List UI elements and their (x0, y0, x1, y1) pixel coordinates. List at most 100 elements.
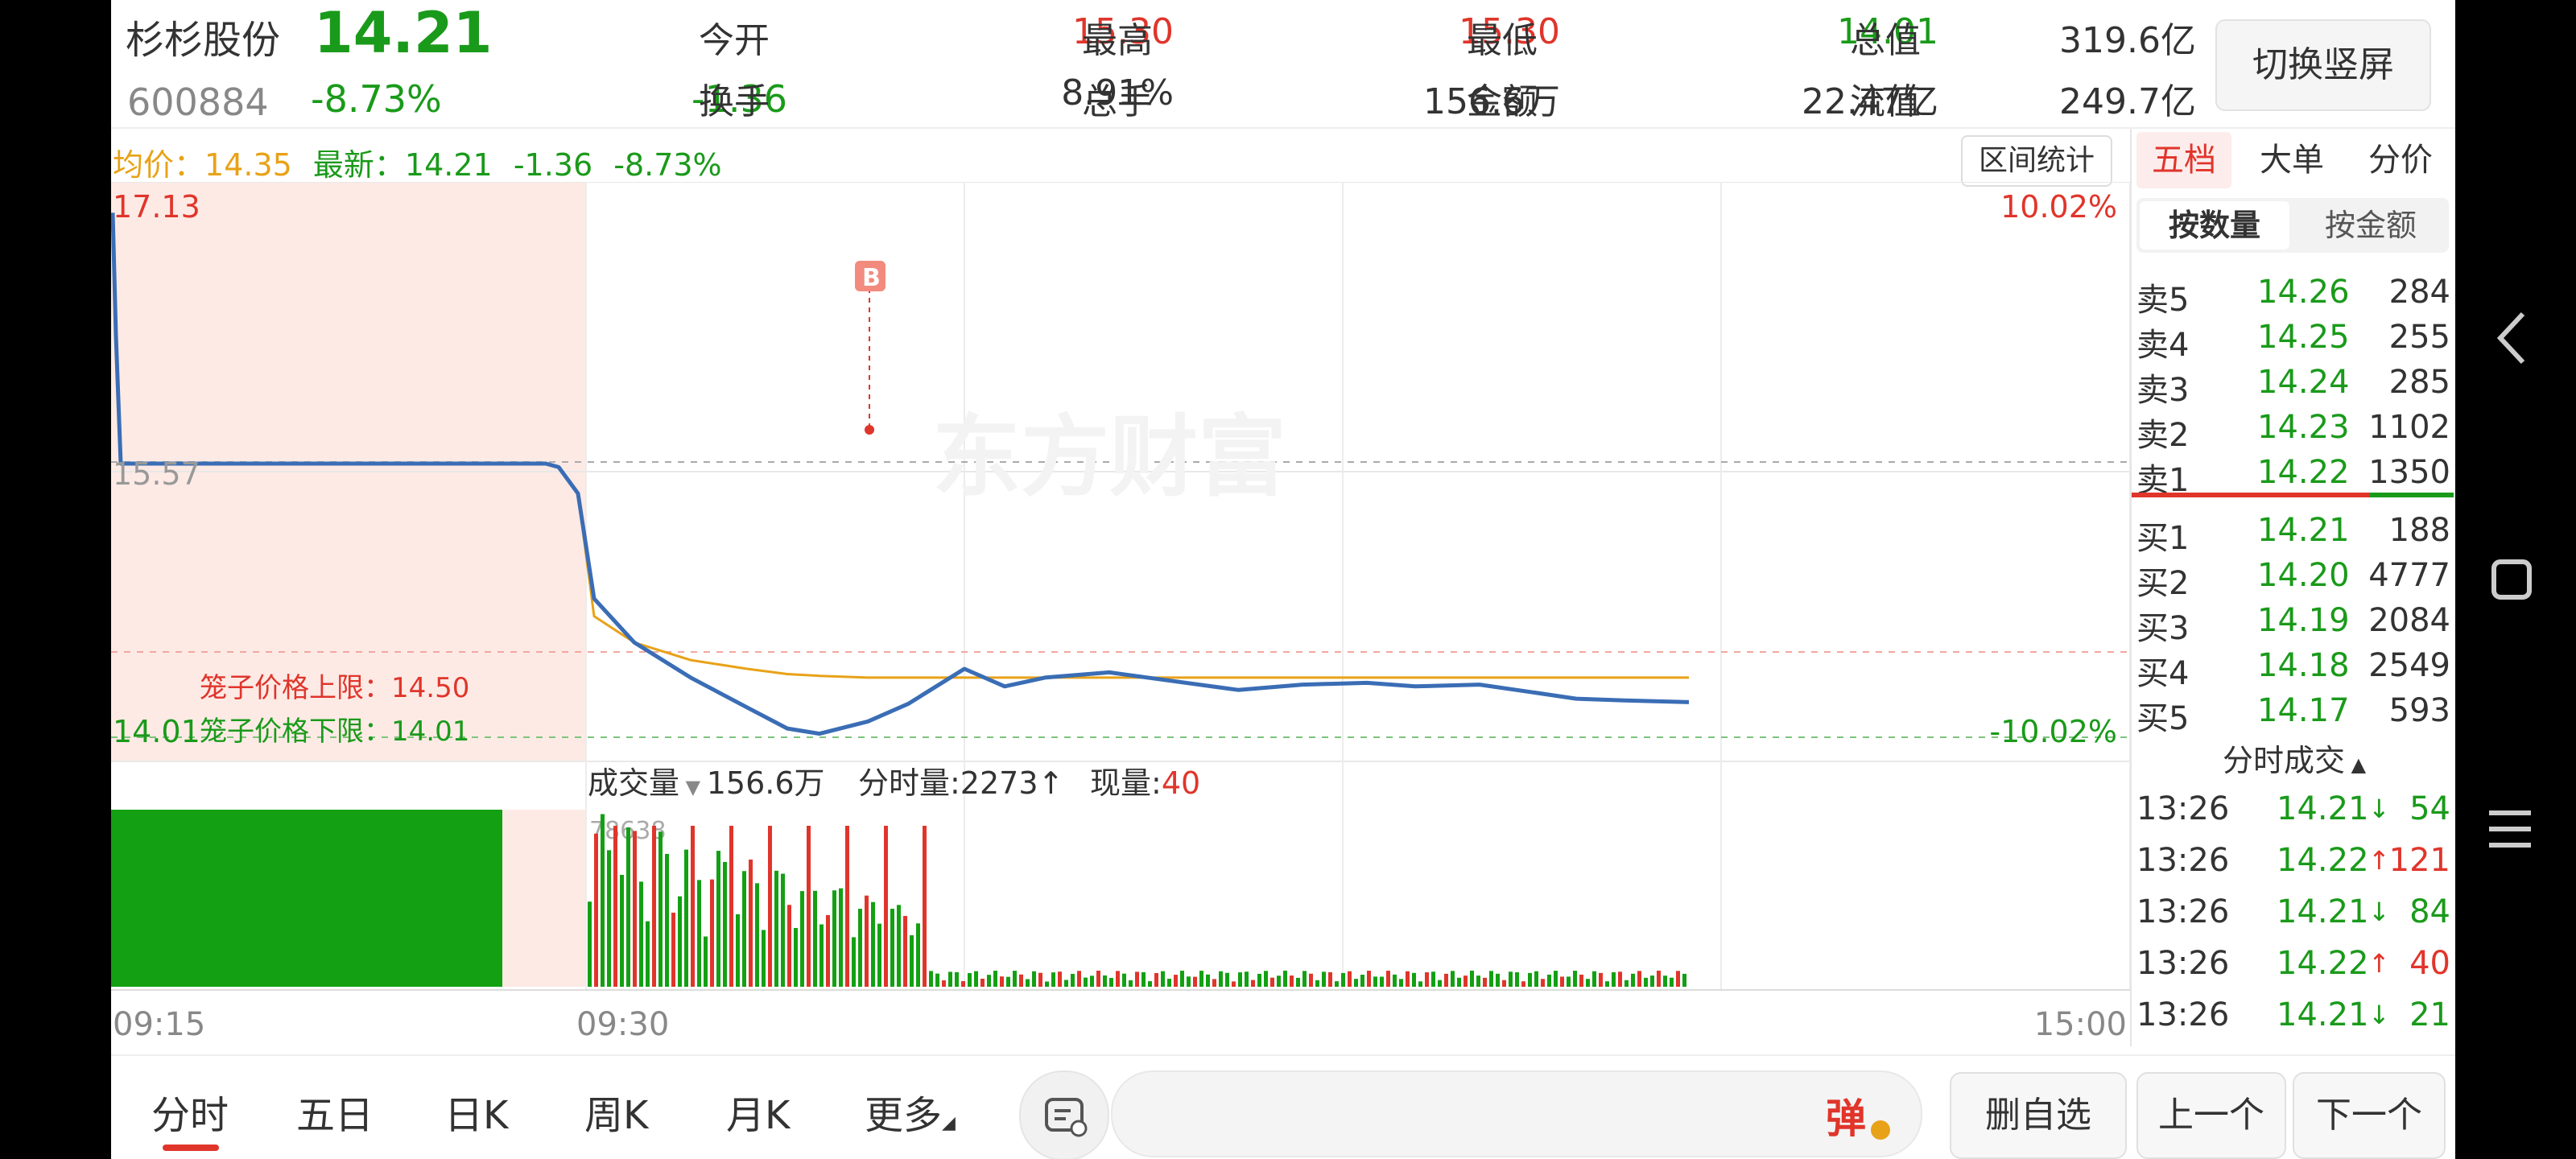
price-low-label: 14.01 (113, 714, 200, 749)
tick-row: 13:26 14.22 ↑ 40 (2132, 945, 2455, 996)
volume-bar (980, 978, 985, 987)
buy-level-row[interactable]: 买4 14.18 2549 (2132, 647, 2455, 692)
volume-bar (652, 826, 656, 987)
switch-portrait-button[interactable]: 切换竖屏 (2215, 19, 2431, 111)
volume-bar (1141, 971, 1146, 987)
volume-bar (935, 973, 939, 987)
volume-bar (626, 827, 630, 987)
turnover-label: 换手 (699, 81, 770, 122)
volume-bar (1618, 971, 1622, 987)
volume-bar (1277, 975, 1281, 987)
volume-bar (1212, 979, 1216, 987)
next-stock-button[interactable]: 下一个 (2293, 1072, 2446, 1159)
order-book-panel: 五档 大单 分价 按数量 按金额 卖5 14.26 284 卖4 14.25 255 卖3 1… (2130, 129, 2455, 1046)
volume-bar (813, 890, 817, 987)
recent-apps-icon[interactable] (2487, 555, 2536, 604)
volume-bar (1090, 975, 1094, 987)
tab-intraday[interactable]: 分时 (151, 1083, 229, 1140)
volume-bar (1438, 980, 1442, 987)
info-change-pct: -8.73% (613, 147, 722, 183)
level-price: 14.19 (2257, 602, 2350, 639)
tick-volume: 84 (2409, 893, 2450, 930)
stock-change-pct: -8.73% (311, 77, 442, 121)
volume-bar (1586, 979, 1590, 987)
info-change: -1.36 (513, 147, 593, 183)
volume-bar (807, 826, 811, 987)
volume-bar (768, 826, 772, 987)
volume-bar (923, 826, 927, 987)
volume-bar (1599, 972, 1603, 987)
low-label: 最低 (1467, 20, 1538, 61)
buy-level-row[interactable]: 买5 14.17 593 (2132, 692, 2455, 737)
volume-bar (1521, 981, 1525, 987)
sell-level-row[interactable]: 卖3 14.24 285 (2132, 364, 2455, 409)
buy-level-row[interactable]: 买3 14.19 2084 (2132, 602, 2455, 647)
volume-bar (955, 971, 959, 987)
avg-value: 14.35 (204, 147, 292, 183)
comment-icon[interactable] (1019, 1070, 1109, 1159)
subtab-by-amount[interactable]: 按金额 (2296, 201, 2446, 250)
remove-watchlist-button[interactable]: 删自选 (1950, 1072, 2127, 1159)
volume-bar (1335, 981, 1339, 987)
intraday-chart[interactable]: 东方财富 B 17.13 10.02% 15.57 笼子价格上限：14.50 1… (111, 182, 2130, 1054)
volume-bar (1418, 981, 1422, 987)
tick-price: 14.21 (2277, 996, 2369, 1033)
tab-more[interactable]: 更多◢ (865, 1083, 956, 1140)
volume-bar (1483, 977, 1487, 987)
danmu-icon[interactable]: 弹 (1826, 1087, 1866, 1145)
buy-level-row[interactable]: 买1 14.21 188 (2132, 512, 2455, 557)
level-price: 14.18 (2257, 647, 2350, 684)
tick-direction-icon: ↑ (2368, 845, 2390, 876)
tab-daily-k[interactable]: 日K (444, 1083, 508, 1140)
tab-monthly-k[interactable]: 月K (726, 1083, 790, 1140)
volume-title[interactable]: 成交量 ▼ 156.6万 (588, 765, 825, 801)
menu-icon[interactable] (2484, 805, 2536, 853)
sell-level-row[interactable]: 卖5 14.26 284 (2132, 274, 2455, 319)
volume-bar (716, 851, 720, 987)
tab-weekly-k[interactable]: 周K (584, 1083, 648, 1140)
volume-bar (819, 924, 824, 987)
tick-volume: 121 (2388, 842, 2450, 879)
interval-stats-button[interactable]: 区间统计 (1961, 135, 2112, 187)
stock-price: 14.21 (314, 0, 493, 66)
tick-volume: 54 (2409, 790, 2450, 827)
volume-bar (742, 871, 746, 987)
danmu-input[interactable] (1111, 1070, 1922, 1157)
volume-bar (1676, 971, 1680, 987)
volume-bar (1360, 975, 1364, 987)
volume-bar (987, 975, 991, 987)
volume-bar (723, 861, 727, 987)
buy-level-row[interactable]: 买2 14.20 4777 (2132, 557, 2455, 602)
volume-bar (665, 853, 669, 987)
volume-bar (800, 891, 804, 987)
volume-bar (1199, 971, 1203, 987)
open-label: 今开 (699, 20, 770, 61)
ticks-title[interactable]: 分时成交 ▲ (2132, 736, 2455, 780)
subtab-by-quantity[interactable]: 按数量 (2140, 201, 2289, 250)
tab-five-day[interactable]: 五日 (296, 1083, 374, 1140)
level-volume: 1350 (2368, 454, 2450, 491)
volume-bar (639, 881, 643, 987)
volume-bar (613, 826, 617, 987)
tab-price-distribution[interactable]: 分价 (2354, 132, 2447, 188)
sell-level-row[interactable]: 卖2 14.23 1102 (2132, 409, 2455, 454)
tab-five-levels[interactable]: 五档 (2136, 132, 2231, 188)
volume-bar (1637, 971, 1641, 987)
previous-stock-button[interactable]: 上一个 (2136, 1072, 2286, 1159)
volume-bar (916, 923, 920, 987)
volume-bar (1032, 971, 1036, 987)
volume-bar (1573, 971, 1577, 987)
volume-bar (1509, 971, 1513, 987)
tick-price: 14.22 (2277, 945, 2369, 982)
tab-big-orders[interactable]: 大单 (2248, 132, 2336, 188)
volume-bar (671, 912, 675, 987)
volume-bar (1058, 971, 1062, 987)
pct-bottom-label: -10.02% (1989, 714, 2117, 749)
level-label: 卖3 (2136, 372, 2190, 409)
volume-bar (1077, 971, 1081, 987)
tick-time: 13:26 (2136, 842, 2230, 879)
sell-level-row[interactable]: 卖4 14.25 255 (2132, 319, 2455, 364)
volume-bar (1315, 980, 1319, 987)
back-chevron-icon[interactable] (2487, 306, 2536, 370)
level-label: 买4 (2136, 655, 2190, 692)
